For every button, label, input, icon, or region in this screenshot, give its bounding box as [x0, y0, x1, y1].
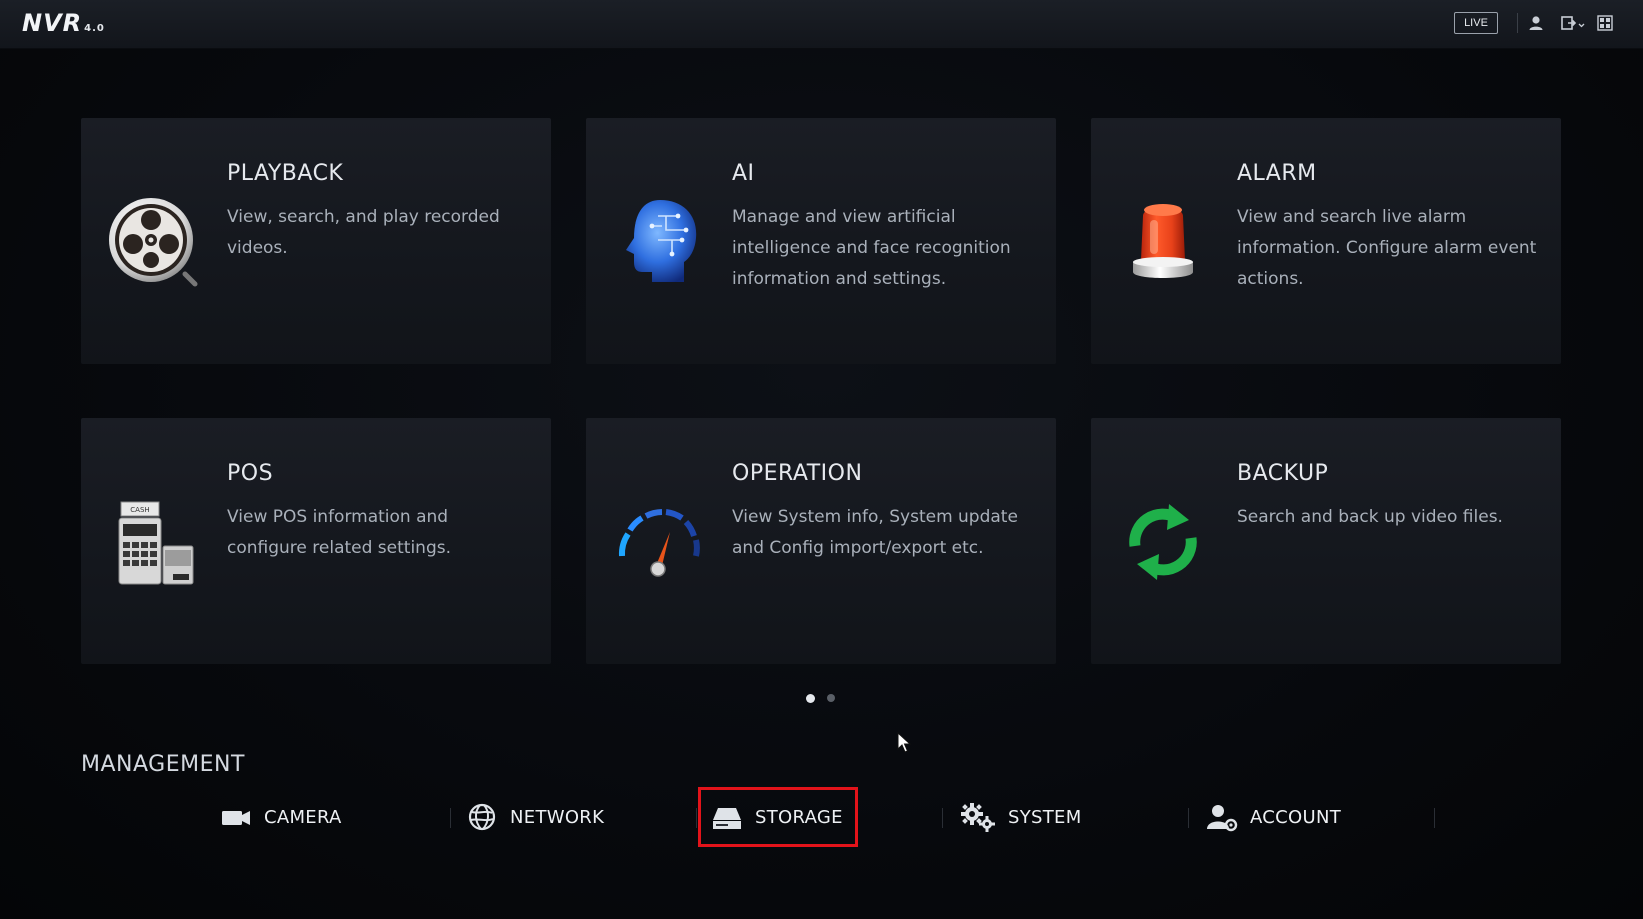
mgmt-label: ACCOUNT [1250, 806, 1342, 828]
mgmt-account[interactable]: ACCOUNT [1206, 790, 1341, 844]
card-description: View and search live alarm information. … [1237, 207, 1537, 289]
logout-icon[interactable] [1560, 14, 1586, 32]
mgmt-separator [1188, 808, 1189, 828]
mgmt-separator [1434, 808, 1435, 828]
camera-icon [222, 811, 250, 825]
gears-icon [961, 803, 995, 832]
ai-head-icon [626, 200, 697, 282]
logo-version: 4.0 [84, 23, 105, 34]
user-settings-icon [1207, 805, 1238, 832]
live-button[interactable]: LIVE [1454, 12, 1498, 34]
nvr-main-menu: NVR 4.0 LIVE PLAYBACK View, search, and … [0, 0, 1643, 919]
svg-text:CASH: CASH [130, 506, 149, 514]
mgmt-camera[interactable]: CAMERA [220, 790, 342, 844]
mgmt-separator [696, 808, 697, 828]
card-description: Manage and view artificial intelligence … [732, 207, 1011, 289]
card-pos[interactable]: CASH POS View POS information and config… [81, 418, 551, 664]
alarm-light-icon [1133, 204, 1193, 278]
management-title: MANAGEMENT [81, 752, 245, 777]
card-description: Search and back up video files. [1237, 507, 1503, 527]
storage-highlight-box [698, 787, 858, 847]
page-dot-1[interactable] [806, 694, 815, 703]
mgmt-network[interactable]: NETWORK [466, 790, 604, 844]
mgmt-label: CAMERA [264, 806, 342, 828]
card-playback[interactable]: PLAYBACK View, search, and play recorded… [81, 118, 551, 364]
user-icon[interactable] [1527, 14, 1545, 32]
card-alarm[interactable]: ALARM View and search live alarm informa… [1091, 118, 1561, 364]
mgmt-separator [942, 808, 943, 828]
page-dot-2[interactable] [827, 694, 835, 702]
mgmt-label: SYSTEM [1008, 806, 1082, 828]
top-separator [1517, 13, 1518, 33]
mgmt-label: NETWORK [510, 806, 605, 828]
layout-icon[interactable] [1596, 14, 1614, 32]
card-title: AI [732, 161, 755, 186]
logo-text: NVR [22, 9, 83, 37]
card-description: View POS information and configure relat… [227, 507, 452, 558]
nvr-logo: NVR 4.0 [22, 9, 105, 37]
card-title: OPERATION [732, 461, 863, 486]
card-description: View, search, and play recorded videos. [227, 207, 500, 258]
top-bar: NVR 4.0 LIVE [0, 0, 1643, 49]
film-reel-icon [109, 198, 198, 287]
card-operation[interactable]: OPERATION View System info, System updat… [586, 418, 1056, 664]
card-ai[interactable]: AI Manage and view artificial intelligen… [586, 118, 1056, 364]
card-backup[interactable]: BACKUP Search and back up video files. [1091, 418, 1561, 664]
card-title: BACKUP [1237, 461, 1329, 486]
mgmt-system[interactable]: SYSTEM [958, 790, 1082, 844]
card-title: POS [227, 461, 274, 486]
network-globe-icon [468, 803, 496, 831]
refresh-arrows-icon [1129, 504, 1197, 580]
card-description: View System info, System update and Conf… [732, 507, 1018, 558]
card-title: PLAYBACK [227, 161, 344, 186]
cash-register-icon: CASH [118, 501, 194, 585]
mouse-cursor-icon [897, 732, 912, 753]
card-title: ALARM [1237, 161, 1317, 186]
gauge-icon [618, 509, 700, 577]
mgmt-separator [450, 808, 451, 828]
